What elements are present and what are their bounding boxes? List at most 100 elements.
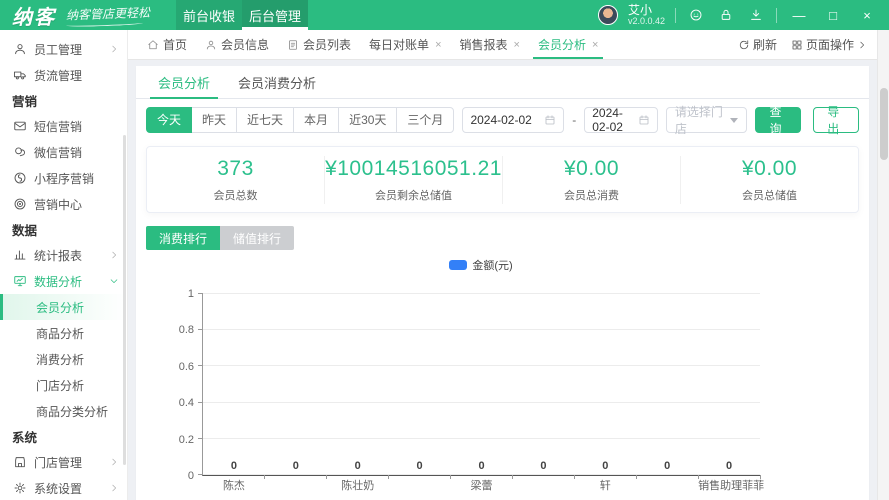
chart-plot-area: 00.20.40.60.81 0陈杰00陈壮奶00梁蕾00轩00销售助理菲菲 [146, 294, 859, 500]
tab-member-analysis[interactable]: 会员分析 × [529, 30, 607, 59]
app-slogan: 纳客管店更轻松 [66, 3, 151, 27]
main-scrollbar-track[interactable] [877, 30, 889, 500]
sidebar-subitem-member-analysis[interactable]: 会员分析 [0, 294, 127, 320]
export-button[interactable]: 导出 [813, 107, 859, 133]
chart-category: 0 [636, 294, 698, 475]
date-from-input[interactable]: 2024-02-02 [462, 107, 564, 133]
sidebar-item-employee-manage[interactable]: 员工管理 [0, 36, 127, 62]
rank-toggle: 消费排行 储值排行 [146, 226, 859, 250]
chart-category: 0陈杰 [203, 294, 265, 475]
tab-sales-report[interactable]: 销售报表 × [451, 30, 529, 59]
y-axis-labels: 00.20.40.60.81 [146, 294, 194, 476]
download-icon[interactable] [746, 5, 766, 25]
close-tab-icon[interactable]: × [435, 39, 441, 51]
chart-category: 0陈壮奶 [327, 294, 389, 475]
app-logo: 纳客 [12, 1, 56, 30]
y-tick-label: 0.6 [179, 361, 194, 373]
sidebar-subitem-store-analysis[interactable]: 门店分析 [0, 372, 127, 398]
y-tick-label: 1 [188, 288, 194, 300]
refresh-button[interactable]: 刷新 [738, 36, 777, 53]
sidebar-item-logistics-manage[interactable]: 货流管理 [0, 62, 127, 88]
sidebar-item-store-manage[interactable]: 门店管理 [0, 449, 127, 475]
range-yesterday-button[interactable]: 昨天 [191, 107, 237, 133]
sidebar-item-wechat-marketing[interactable]: 微信营销 [0, 139, 127, 165]
range-last30days-button[interactable]: 近30天 [338, 107, 397, 133]
y-tick-label: 0.2 [179, 434, 194, 446]
miniprogram-icon [13, 171, 27, 185]
stat-member-total: 373 会员总数 [147, 156, 325, 204]
bar-value-label: 0 [389, 460, 451, 472]
chart-grid: 0陈杰00陈壮奶00梁蕾00轩00销售助理菲菲 [202, 294, 760, 476]
chevron-down-icon [109, 276, 119, 286]
grid-icon [791, 39, 803, 51]
close-tab-icon[interactable]: × [514, 39, 520, 51]
range-threemonths-button[interactable]: 三个月 [396, 107, 454, 133]
page-tab-bar: 首页 会员信息 会员列表 每日对账单 × 销售报表 × 会员分析 × 刷新 页面… [128, 30, 877, 60]
chevron-right-icon [109, 44, 119, 54]
range-thismonth-button[interactable]: 本月 [293, 107, 339, 133]
page-operations-button[interactable]: 页面操作 [791, 36, 867, 53]
sidebar-item-sms-marketing[interactable]: 短信营销 [0, 113, 127, 139]
divider [776, 8, 777, 23]
sidebar-scrollbar-thumb[interactable] [123, 135, 126, 465]
main-content: 会员分析 会员消费分析 今天 昨天 近七天 本月 近30天 三个月 2024-0… [128, 60, 877, 500]
range-last7days-button[interactable]: 近七天 [236, 107, 294, 133]
nav-tab-front-cashier[interactable]: 前台收银 [176, 0, 242, 30]
lock-icon[interactable] [716, 5, 736, 25]
bar-chart: 金额(元) 00.20.40.60.81 0陈杰00陈壮奶00梁蕾00轩00销售… [146, 258, 859, 500]
tab-daily-reconciliation[interactable]: 每日对账单 × [360, 30, 450, 59]
range-today-button[interactable]: 今天 [146, 107, 192, 133]
sidebar-subitem-product-analysis[interactable]: 商品分析 [0, 320, 127, 346]
close-button[interactable]: × [855, 5, 879, 25]
chart-category: 0轩 [574, 294, 636, 475]
refresh-icon [738, 39, 750, 51]
minimize-button[interactable]: — [787, 5, 811, 25]
close-tab-icon[interactable]: × [592, 39, 598, 51]
tab-home[interactable]: 首页 [138, 30, 196, 59]
legend-swatch [449, 260, 467, 270]
quick-range-group: 今天 昨天 近七天 本月 近30天 三个月 [146, 107, 454, 133]
mail-icon [13, 119, 27, 133]
chart-category: 0 [265, 294, 327, 475]
sidebar: 员工管理 货流管理 营销 短信营销 微信营销 小程序营销 营销中心 数据 统计报… [0, 30, 128, 500]
calendar-icon [638, 114, 650, 126]
avatar[interactable] [598, 5, 618, 25]
sidebar-section-marketing: 营销 [0, 88, 127, 113]
sidebar-item-system-settings[interactable]: 系统设置 [0, 475, 127, 500]
sidebar-subitem-product-category-analysis[interactable]: 商品分类分析 [0, 398, 127, 424]
tab-member-list[interactable]: 会员列表 [278, 30, 360, 59]
sidebar-item-statistic-reports[interactable]: 统计报表 [0, 242, 127, 268]
chevron-right-icon [109, 457, 119, 467]
user-name: 艾小 [628, 4, 665, 17]
maximize-button[interactable]: □ [821, 5, 845, 25]
sidebar-section-data: 数据 [0, 217, 127, 242]
sidebar-item-marketing-center[interactable]: 营销中心 [0, 191, 127, 217]
subtab-member-analysis[interactable]: 会员分析 [158, 66, 210, 98]
search-button[interactable]: 查询 [755, 107, 801, 133]
dropdown-caret-icon [730, 118, 738, 123]
store-select[interactable]: 请选择门店 [666, 107, 748, 133]
bar-value-label: 0 [636, 460, 698, 472]
customer-service-icon[interactable] [686, 5, 706, 25]
analysis-subtabs: 会员分析 会员消费分析 [136, 66, 869, 99]
sidebar-item-data-analysis[interactable]: 数据分析 [0, 268, 127, 294]
user-icon [13, 42, 27, 56]
tab-member-info[interactable]: 会员信息 [196, 30, 278, 59]
home-icon [147, 39, 159, 51]
date-range-separator: - [572, 113, 576, 127]
subtab-member-consumption-analysis[interactable]: 会员消费分析 [238, 66, 316, 98]
y-tick-label: 0.4 [179, 397, 194, 409]
sidebar-subitem-consumption-analysis[interactable]: 消费分析 [0, 346, 127, 372]
stored-value-rank-button[interactable]: 储值排行 [220, 226, 294, 250]
target-icon [13, 197, 27, 211]
stat-remaining-stored-value: ¥10014516051.21 会员剩余总储值 [325, 156, 503, 204]
bar-value-label: 0 [574, 460, 636, 472]
nav-tab-backend-manage[interactable]: 后台管理 [242, 0, 308, 30]
title-bar: 纳客 纳客管店更轻松 前台收银 后台管理 艾小 v2.0.0.42 — □ × [0, 0, 889, 30]
chart-legend[interactable]: 金额(元) [202, 258, 760, 272]
consumption-rank-button[interactable]: 消费排行 [146, 226, 220, 250]
sidebar-item-miniprogram-marketing[interactable]: 小程序营销 [0, 165, 127, 191]
date-to-input[interactable]: 2024-02-02 [584, 107, 658, 133]
main-scrollbar-thumb[interactable] [880, 88, 888, 160]
truck-icon [13, 68, 27, 82]
